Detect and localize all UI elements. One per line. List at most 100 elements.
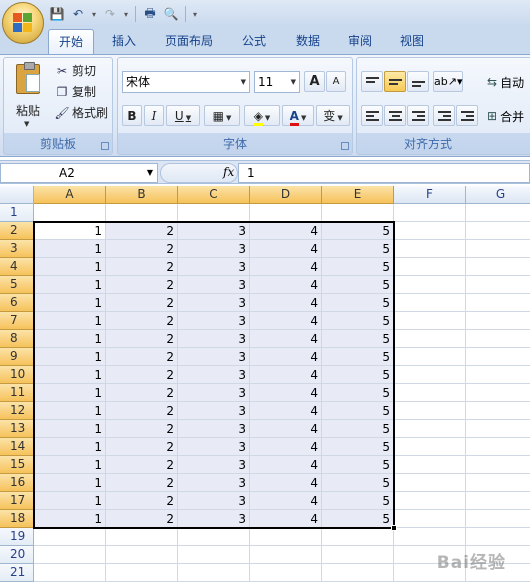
cell-c1[interactable]	[178, 204, 250, 222]
cell-e12[interactable]: 5	[322, 402, 394, 420]
cell-a21[interactable]	[34, 564, 106, 582]
cell-a8[interactable]: 1	[34, 330, 106, 348]
column-header-a[interactable]: A	[34, 186, 106, 204]
row-header-6[interactable]: 6	[0, 294, 34, 312]
column-header-g[interactable]: G	[466, 186, 530, 204]
office-button[interactable]	[2, 2, 44, 44]
cell-e5[interactable]: 5	[322, 276, 394, 294]
cell-c11[interactable]: 3	[178, 384, 250, 402]
cell-d11[interactable]: 4	[250, 384, 322, 402]
cell-a19[interactable]	[34, 528, 106, 546]
cell-b19[interactable]	[106, 528, 178, 546]
select-all-corner[interactable]	[0, 186, 34, 204]
cell-c8[interactable]: 3	[178, 330, 250, 348]
cell-e19[interactable]	[322, 528, 394, 546]
cell-e20[interactable]	[322, 546, 394, 564]
row-header-15[interactable]: 15	[0, 456, 34, 474]
cell-d7[interactable]: 4	[250, 312, 322, 330]
cell-a12[interactable]: 1	[34, 402, 106, 420]
tab-insert[interactable]: 插入	[104, 29, 144, 54]
cell-d19[interactable]	[250, 528, 322, 546]
name-box[interactable]: A2 ▼	[0, 163, 158, 183]
cell-f19[interactable]	[394, 528, 466, 546]
redo-icon[interactable]: ↷	[101, 5, 119, 23]
cell-a18[interactable]: 1	[34, 510, 106, 528]
tab-home[interactable]: 开始	[48, 29, 94, 54]
cell-f11[interactable]	[394, 384, 466, 402]
cell-b3[interactable]: 2	[106, 240, 178, 258]
column-header-f[interactable]: F	[394, 186, 466, 204]
insert-function-icon[interactable]: fx	[223, 165, 234, 179]
cell-g15[interactable]	[466, 456, 530, 474]
shrink-font-button[interactable]: A	[326, 71, 346, 92]
cell-b12[interactable]: 2	[106, 402, 178, 420]
cell-g3[interactable]	[466, 240, 530, 258]
cell-e8[interactable]: 5	[322, 330, 394, 348]
align-left-button[interactable]	[361, 105, 383, 126]
cell-a9[interactable]: 1	[34, 348, 106, 366]
cell-g18[interactable]	[466, 510, 530, 528]
undo-icon[interactable]: ↶	[69, 5, 87, 23]
cell-a14[interactable]: 1	[34, 438, 106, 456]
cell-a20[interactable]	[34, 546, 106, 564]
cell-c15[interactable]: 3	[178, 456, 250, 474]
cell-a7[interactable]: 1	[34, 312, 106, 330]
name-box-dropdown-icon[interactable]: ▼	[147, 164, 153, 182]
cell-a13[interactable]: 1	[34, 420, 106, 438]
cell-d17[interactable]: 4	[250, 492, 322, 510]
cell-f17[interactable]	[394, 492, 466, 510]
cell-f8[interactable]	[394, 330, 466, 348]
cell-d5[interactable]: 4	[250, 276, 322, 294]
row-header-14[interactable]: 14	[0, 438, 34, 456]
cell-b16[interactable]: 2	[106, 474, 178, 492]
increase-indent-button[interactable]	[456, 105, 478, 126]
cell-a5[interactable]: 1	[34, 276, 106, 294]
cell-f15[interactable]	[394, 456, 466, 474]
cell-c18[interactable]: 3	[178, 510, 250, 528]
row-header-4[interactable]: 4	[0, 258, 34, 276]
borders-button[interactable]: ▦ ▼	[204, 105, 240, 126]
customize-qat-icon[interactable]: ▾	[191, 5, 199, 23]
cell-a1[interactable]	[34, 204, 106, 222]
cell-e4[interactable]: 5	[322, 258, 394, 276]
cell-b8[interactable]: 2	[106, 330, 178, 348]
column-header-e[interactable]: E	[322, 186, 394, 204]
cell-g4[interactable]	[466, 258, 530, 276]
cell-f3[interactable]	[394, 240, 466, 258]
grow-font-button[interactable]: A	[304, 71, 325, 92]
tab-data[interactable]: 数据	[288, 29, 328, 54]
cell-c16[interactable]: 3	[178, 474, 250, 492]
cell-d2[interactable]: 4	[250, 222, 322, 240]
align-center-button[interactable]	[384, 105, 406, 126]
column-header-c[interactable]: C	[178, 186, 250, 204]
cut-button[interactable]: ✂ 剪切	[54, 62, 96, 81]
paste-dropdown-icon[interactable]: ▼	[24, 120, 29, 128]
cell-e11[interactable]: 5	[322, 384, 394, 402]
wrap-text-button[interactable]: ⇆ 自动	[487, 73, 524, 91]
font-size-dropdown-icon[interactable]: ▼	[291, 72, 296, 92]
cell-e3[interactable]: 5	[322, 240, 394, 258]
cell-f4[interactable]	[394, 258, 466, 276]
cell-e17[interactable]: 5	[322, 492, 394, 510]
cell-f7[interactable]	[394, 312, 466, 330]
row-header-5[interactable]: 5	[0, 276, 34, 294]
decrease-indent-button[interactable]	[433, 105, 455, 126]
row-header-16[interactable]: 16	[0, 474, 34, 492]
undo-dropdown-icon[interactable]: ▾	[90, 5, 98, 23]
cell-f5[interactable]	[394, 276, 466, 294]
format-painter-button[interactable]: 🖌 格式刷	[54, 104, 108, 123]
cell-b15[interactable]: 2	[106, 456, 178, 474]
cell-f12[interactable]	[394, 402, 466, 420]
cell-g16[interactable]	[466, 474, 530, 492]
cell-d15[interactable]: 4	[250, 456, 322, 474]
cell-c13[interactable]: 3	[178, 420, 250, 438]
tab-view[interactable]: 视图	[392, 29, 432, 54]
cell-c10[interactable]: 3	[178, 366, 250, 384]
row-header-12[interactable]: 12	[0, 402, 34, 420]
cell-g17[interactable]	[466, 492, 530, 510]
cell-b21[interactable]	[106, 564, 178, 582]
cell-d14[interactable]: 4	[250, 438, 322, 456]
row-header-11[interactable]: 11	[0, 384, 34, 402]
cell-c5[interactable]: 3	[178, 276, 250, 294]
row-header-18[interactable]: 18	[0, 510, 34, 528]
